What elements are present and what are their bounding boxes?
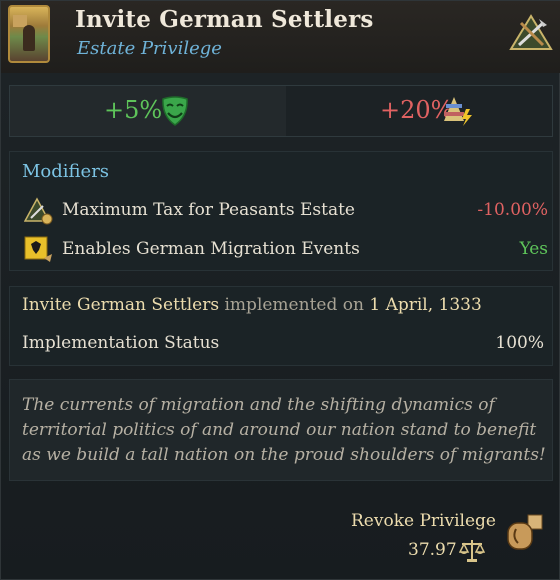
revoke-hand-icon xyxy=(507,514,543,550)
modifier-label: Maximum Tax for Peasants Estate xyxy=(62,200,355,220)
modifier-row: Enables German Migration Events Yes xyxy=(20,235,550,265)
german-flag-migration-icon xyxy=(24,236,52,262)
loyalty-value: +5% xyxy=(104,96,163,124)
implemented-on-text: implemented on xyxy=(224,295,364,315)
privilege-portrait-image xyxy=(8,5,50,63)
modifiers-section: Modifiers Maximum Tax for Peasants Estat… xyxy=(9,151,553,271)
header: Invite German Settlers Estate Privilege xyxy=(1,1,560,73)
implementation-status-label: Implementation Status xyxy=(22,333,220,353)
implementation-status-value: 100% xyxy=(495,333,544,353)
modifier-row: Maximum Tax for Peasants Estate -10.00% xyxy=(20,196,550,226)
implementation-info: Invite German Settlers implemented on 1 … xyxy=(22,295,482,315)
implementation-section: Invite German Settlers implemented on 1 … xyxy=(9,286,553,366)
privilege-type-label: Estate Privilege xyxy=(77,38,222,59)
modifiers-heading: Modifiers xyxy=(22,161,110,182)
privilege-name-link[interactable]: Invite German Settlers xyxy=(22,295,219,315)
flavor-text-box: The currents of migration and the shifti… xyxy=(9,379,553,481)
influence-stat: +20% xyxy=(286,86,552,136)
estate-power-pyramid-icon xyxy=(444,97,472,126)
privilege-title: Invite German Settlers xyxy=(75,6,374,33)
modifier-value: -10.00% xyxy=(477,200,548,220)
revoke-cost-value: 37.97 xyxy=(408,540,457,560)
scales-icon xyxy=(459,540,485,562)
revoke-privilege-label: Revoke Privilege xyxy=(351,511,496,531)
flavor-text: The currents of migration and the shifti… xyxy=(22,395,546,465)
modifier-label: Enables German Migration Events xyxy=(62,239,360,259)
peasant-estate-tax-icon xyxy=(24,197,53,225)
estate-effects-bar: +5% +20% xyxy=(9,85,553,137)
revoke-privilege-button[interactable] xyxy=(506,513,544,553)
peasant-tools-icon xyxy=(509,14,553,50)
implementation-date: 1 April, 1333 xyxy=(369,295,482,315)
modifier-value: Yes xyxy=(519,239,548,259)
privilege-tooltip-panel: Invite German Settlers Estate Privilege … xyxy=(0,0,560,580)
happy-mask-icon xyxy=(162,96,188,126)
loyalty-stat: +5% xyxy=(10,86,286,136)
